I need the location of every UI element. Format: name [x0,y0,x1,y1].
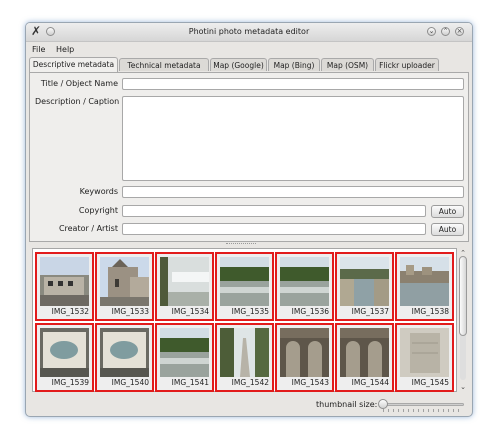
copyright-auto-button[interactable]: Auto [431,205,464,218]
tab-map-bing[interactable]: Map (Bing) [268,58,320,71]
thumbnail-image [340,328,389,377]
thumbnail-item[interactable]: IMG_1545 [395,323,454,392]
descriptive-metadata-pane: Title / Object Name Description / Captio… [29,72,469,242]
thumbnail-item[interactable]: IMG_1534 [155,252,214,321]
app-window: ✗ Photini photo metadata editor ⌄ ⌃ × Fi… [25,22,473,417]
thumbnail-image [40,328,89,377]
keywords-input[interactable] [122,186,464,198]
thumbnail-size-slider-knob[interactable] [378,399,388,409]
title-input[interactable] [122,78,464,90]
thumbnail-item[interactable]: IMG_1537 [335,252,394,321]
thumbnail-image [280,328,329,377]
slider-ticks [383,409,463,412]
thumbnail-caption: IMG_1544 [351,378,389,387]
thumbnail-image [220,328,269,377]
menu-help[interactable]: Help [56,45,74,54]
tab-descriptive-metadata[interactable]: Descriptive metadata [29,57,118,72]
thumbnail-image [40,257,89,306]
thumbnail-caption: IMG_1545 [411,378,449,387]
thumbnail-image [280,257,329,306]
thumbnail-item[interactable]: IMG_1540 [95,323,154,392]
minimize-icon[interactable]: ⌄ [427,27,436,36]
thumbnail-caption: IMG_1534 [171,307,209,316]
splitter-handle[interactable] [226,243,256,247]
thumbnail-image [160,328,209,377]
thumbnail-item[interactable]: IMG_1543 [275,323,334,392]
thumbnail-item[interactable]: IMG_1539 [35,323,94,392]
description-textarea[interactable] [122,96,464,181]
thumbnail-image [160,257,209,306]
close-icon[interactable]: × [455,27,464,36]
thumbnail-item[interactable]: IMG_1536 [275,252,334,321]
title-label: Title / Object Name [40,79,118,88]
thumbnail-item[interactable]: IMG_1542 [215,323,274,392]
menu-file[interactable]: File [32,45,45,54]
thumbnail-item[interactable]: IMG_1533 [95,252,154,321]
scroll-down-icon[interactable]: ⌄ [458,382,468,392]
tab-bar: Descriptive metadata Technical metadata … [29,57,469,72]
tab-technical-metadata[interactable]: Technical metadata [119,58,209,71]
thumbnail-caption: IMG_1532 [51,307,89,316]
thumbnail-item[interactable]: IMG_1538 [395,252,454,321]
thumbnail-size-slider-track[interactable] [382,403,464,406]
window-title: Photini photo metadata editor [188,27,310,36]
tab-flickr-uploader[interactable]: Flickr uploader [375,58,439,71]
creator-auto-button[interactable]: Auto [431,223,464,236]
scroll-thumb[interactable] [459,256,467,336]
creator-label: Creator / Artist [58,224,118,233]
thumbnail-caption: IMG_1540 [111,378,149,387]
thumbnail-image [400,328,449,377]
thumbnail-caption: IMG_1541 [171,378,209,387]
thumbnail-item[interactable]: IMG_1541 [155,323,214,392]
copyright-label: Copyright [78,206,118,215]
tab-map-google[interactable]: Map (Google) [210,58,267,71]
creator-input[interactable] [122,223,426,235]
maximize-icon[interactable]: ⌃ [441,27,450,36]
thumbnail-image [400,257,449,306]
thumbnail-caption: IMG_1538 [411,307,449,316]
title-bar[interactable]: ✗ Photini photo metadata editor ⌄ ⌃ × [26,23,472,42]
thumbnail-caption: IMG_1533 [111,307,149,316]
menu-bar: File Help [26,42,472,56]
thumbnail-item[interactable]: IMG_1535 [215,252,274,321]
thumbnail-item[interactable]: IMG_1532 [35,252,94,321]
description-label: Description / Caption [35,97,120,106]
copyright-input[interactable] [122,205,426,217]
thumbnail-caption: IMG_1539 [51,378,89,387]
vertical-scrollbar[interactable]: ⌃ ⌄ [458,248,468,392]
thumbnail-caption: IMG_1536 [291,307,329,316]
keywords-label: Keywords [79,187,118,196]
thumbnail-image [100,257,149,306]
thumbnail-size-label: thumbnail size: [316,400,378,409]
thumbnail-image [100,328,149,377]
thumbnail-item[interactable]: IMG_1544 [335,323,394,392]
thumbnail-caption: IMG_1542 [231,378,269,387]
thumbnail-image [220,257,269,306]
thumbnail-caption: IMG_1535 [231,307,269,316]
tab-map-osm[interactable]: Map (OSM) [321,58,374,71]
thumbnail-caption: IMG_1537 [351,307,389,316]
thumbnail-image [340,257,389,306]
thumbnail-grid: IMG_1532 IMG_1533 IMG_1534 IMG_1535 IMG_1536… [32,248,457,392]
thumbnail-caption: IMG_1543 [291,378,329,387]
